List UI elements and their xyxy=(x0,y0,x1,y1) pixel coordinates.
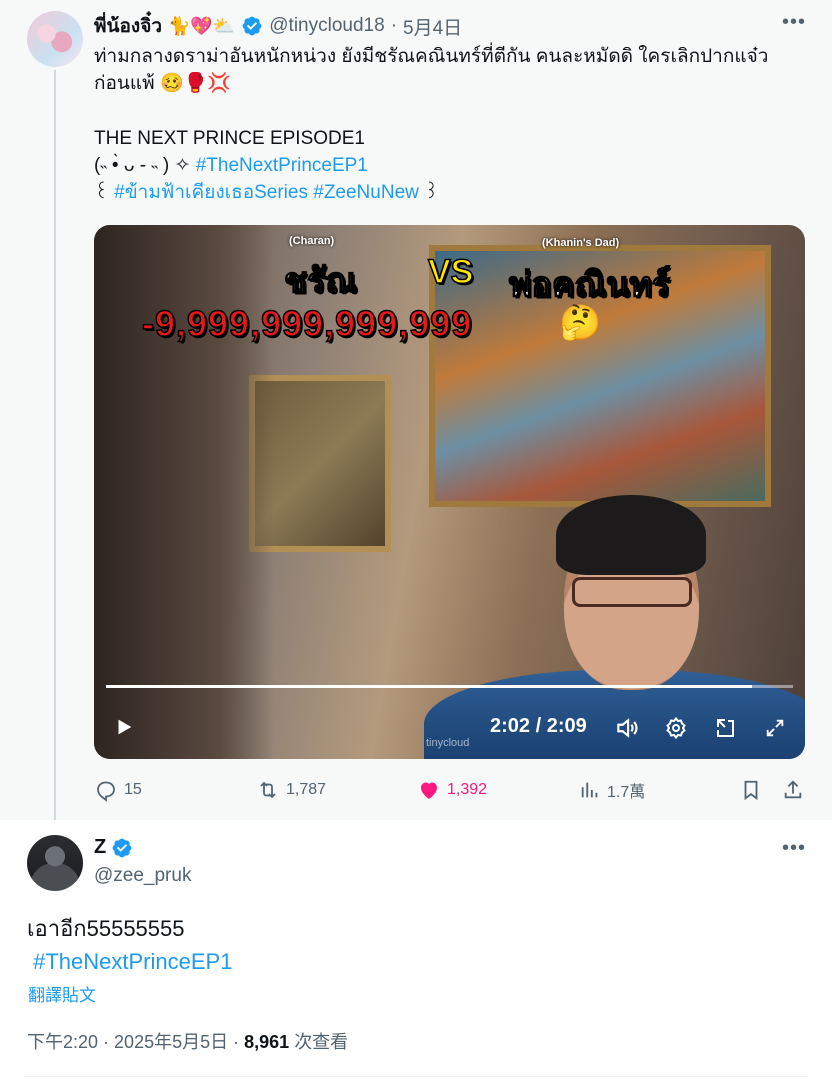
parent-text-line4: (˵ •̀ ᴗ - ˵ ) ✧ #TheNextPrinceEP1 xyxy=(94,152,368,179)
bracket-open: ꒰ xyxy=(94,182,115,203)
video-time: 2:02 / 2:09 xyxy=(490,715,587,737)
share-button[interactable] xyxy=(782,776,810,804)
overlay-vs: VS xyxy=(427,252,474,292)
person-glasses xyxy=(572,577,692,607)
analytics-icon xyxy=(581,782,598,798)
parent-text-line2: ก่อนแพ้ 🥴🥊💢 xyxy=(94,73,231,94)
main-handle[interactable]: @zee_pruk xyxy=(94,865,191,887)
main-display-name[interactable]: Z xyxy=(94,836,106,859)
main-tweet-text: เอาอีก55555555 #TheNextPrinceEP1 xyxy=(27,912,232,978)
hashtag-series[interactable]: #ข้ามฟ้าเคียงเธอSeries xyxy=(114,182,308,203)
main-header: Z xyxy=(94,836,133,859)
bookmark-button[interactable] xyxy=(740,776,768,804)
main-text-body: เอาอีก55555555 xyxy=(27,916,185,941)
retweet-count: 1,787 xyxy=(286,781,327,798)
more-options-icon[interactable]: ••• xyxy=(782,838,806,864)
tweet-view-label: 次查看 xyxy=(294,1032,349,1052)
more-options-icon[interactable]: ••• xyxy=(782,12,806,38)
main-avatar[interactable] xyxy=(27,835,83,891)
view-count: 1.7萬 xyxy=(607,784,646,801)
tweet-view-count: 8,961 xyxy=(244,1032,290,1052)
video-progress-bar[interactable] xyxy=(106,685,793,688)
fullscreen-icon[interactable] xyxy=(760,713,790,743)
share-icon xyxy=(784,780,802,799)
parent-text-line5: ꒰ #ข้ามฟ้าเคียงเธอSeries #ZeeNuNew ꒱ xyxy=(94,179,439,206)
divider xyxy=(24,1076,808,1077)
hashtag-thenextprinceep1[interactable]: #TheNextPrinceEP1 xyxy=(33,949,232,974)
video-watermark: tinycloud xyxy=(426,737,470,749)
bracket-close: ꒱ xyxy=(418,182,439,203)
parent-header: พี่น้องจิ๋ว 🐈💖⛅ @tinycloud18 · 5月4日 xyxy=(94,13,462,39)
reply-button[interactable]: 15 xyxy=(94,776,142,804)
settings-gear-icon[interactable] xyxy=(661,713,691,743)
like-button[interactable]: 1,392 xyxy=(417,776,487,804)
volume-icon[interactable] xyxy=(612,713,642,743)
reply-icon xyxy=(97,781,115,802)
dock-video-icon[interactable] xyxy=(711,713,741,743)
retweet-icon xyxy=(260,781,276,799)
parent-display-name[interactable]: พี่น้องจิ๋ว xyxy=(94,11,162,41)
bookmark-icon xyxy=(744,780,758,801)
play-icon[interactable] xyxy=(110,713,138,741)
kaomoji: (˵ •̀ ᴗ - ˵ ) ✧ xyxy=(94,155,196,176)
overlay-label-left: (Charan) xyxy=(289,235,335,247)
name-emojis: 🐈💖⛅ xyxy=(168,15,236,36)
parent-date[interactable]: 5月4日 xyxy=(403,13,462,40)
parent-tweet[interactable]: พี่น้องจิ๋ว 🐈💖⛅ @tinycloud18 · 5月4日 ••• … xyxy=(0,0,832,820)
overlay-score: -9,999,999,999,999 xyxy=(141,302,473,345)
heart-icon xyxy=(421,782,437,799)
views-button[interactable]: 1.7萬 xyxy=(579,776,645,804)
verified-icon xyxy=(242,16,262,36)
overlay-name-left: ชรัณ xyxy=(283,261,357,301)
parent-text-line3: THE NEXT PRINCE EPISODE1 xyxy=(94,128,365,149)
retweet-button[interactable]: 1,787 xyxy=(256,776,326,804)
like-count: 1,392 xyxy=(447,781,488,798)
thinking-face-emoji: 🤔 xyxy=(559,304,602,342)
dot-separator: · xyxy=(390,15,398,36)
hashtag-zeenunew[interactable]: #ZeeNuNew xyxy=(313,182,419,203)
translate-post-link[interactable]: 翻譯貼文 xyxy=(28,981,96,1006)
parent-handle[interactable]: @tinycloud18 xyxy=(269,15,384,37)
verified-icon xyxy=(112,838,132,857)
tweet-date[interactable]: 2025年5月5日 xyxy=(114,1032,228,1052)
video-progress-fill xyxy=(106,685,752,688)
tweet-meta: 下午2:20 · 2025年5月5日 · 8,961 次查看 xyxy=(27,1032,349,1052)
thread-line xyxy=(54,70,56,820)
overlay-label-right: (Khanin's Dad) xyxy=(542,237,620,249)
reply-count: 15 xyxy=(124,781,142,798)
video-player[interactable]: (Charan) (Khanin's Dad) ชรัณ VS พ่อคณินท… xyxy=(94,225,805,759)
hashtag-thenextprinceep1[interactable]: #TheNextPrinceEP1 xyxy=(196,155,368,176)
parent-text-line1: ท่ามกลางดราม่าอันหนักหน่วง ยังมีชรัณคณิน… xyxy=(94,46,769,67)
person-hair xyxy=(556,495,706,575)
parent-avatar[interactable] xyxy=(27,11,83,67)
tweet-time[interactable]: 下午2:20 xyxy=(27,1032,98,1052)
